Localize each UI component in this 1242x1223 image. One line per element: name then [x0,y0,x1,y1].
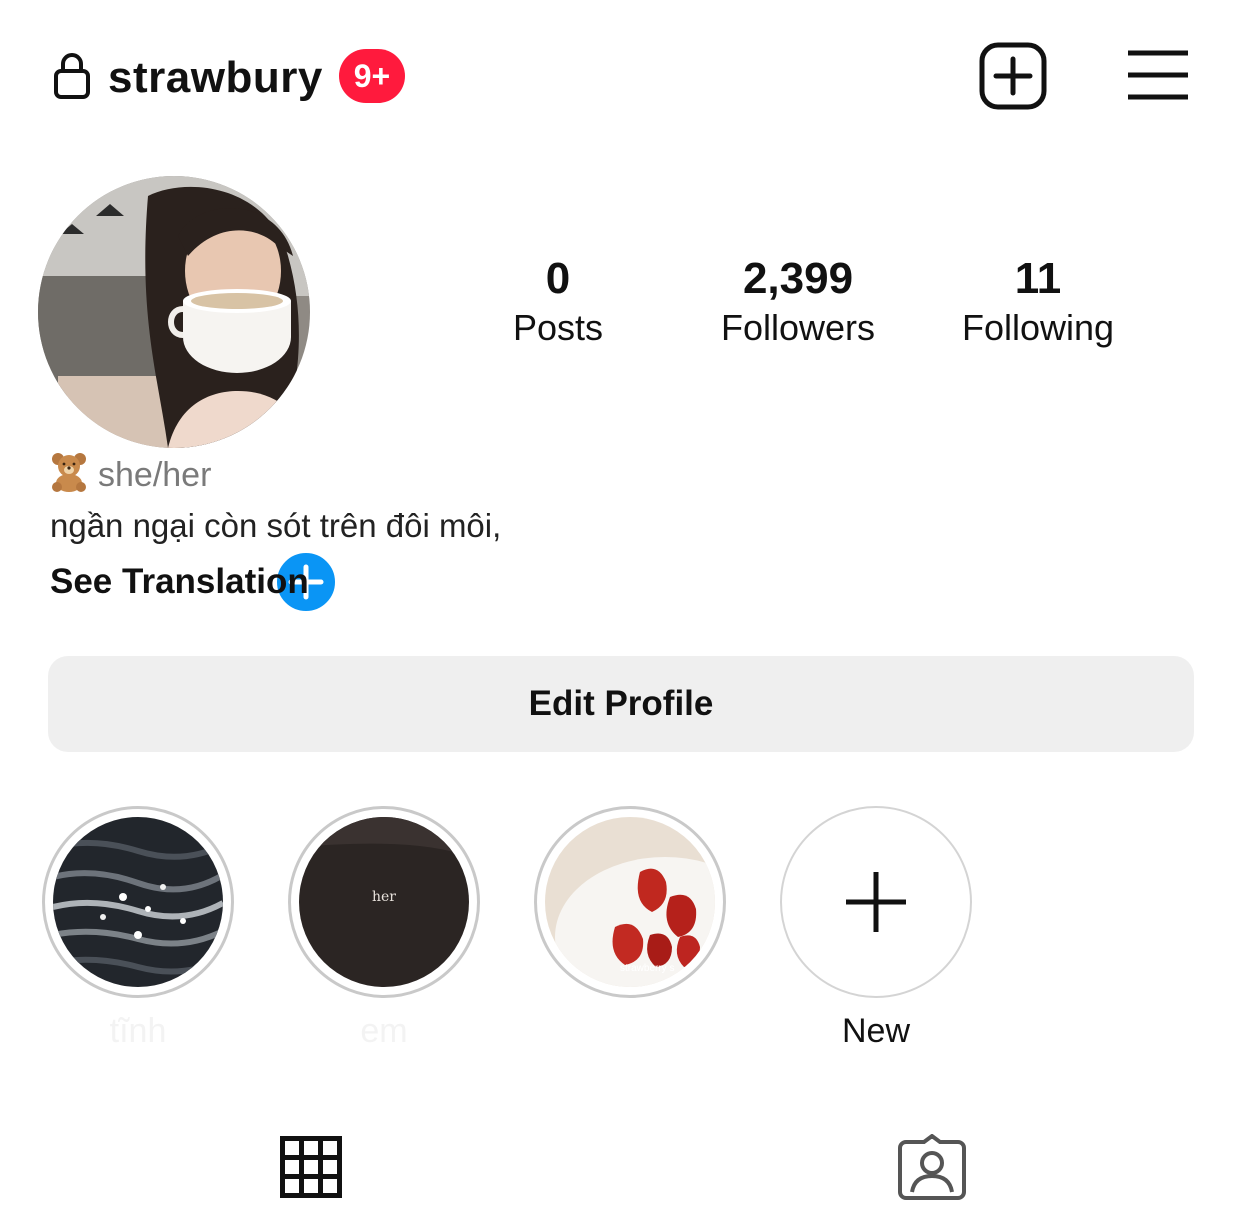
lock-icon [54,53,90,99]
profile-username[interactable]: strawbury [108,52,323,104]
notification-badge[interactable]: 9+ [339,49,405,103]
top-bar: strawbury 9+ [0,0,1242,150]
teddy-bear-icon [52,453,86,492]
stat-following[interactable]: 11 Following [940,252,1136,350]
highlight-3[interactable]: strawberry s [534,806,726,998]
new-highlight-label: New [841,1012,911,1050]
edit-profile-button[interactable]: Edit Profile [48,656,1194,752]
highlight-cover-water [53,817,223,987]
avatar [38,176,310,448]
pronouns-text: she/her [98,456,212,494]
following-count: 11 [1014,254,1062,303]
bio-text: ngần ngại còn sót trên đôi môi, [50,507,502,544]
highlight-cover-her: her [299,817,469,987]
posts-label: Posts [512,307,604,348]
highlight-label-2: em [360,1012,408,1050]
posts-count: 0 [545,254,571,303]
highlight-cover-strawberries: strawberry s [545,817,715,987]
following-label: Following [961,307,1115,348]
highlight-label-1: tĩnh [109,1012,167,1050]
grid-icon[interactable] [280,1136,342,1198]
highlight-2[interactable]: her [288,806,480,998]
pronouns: she/her [50,452,211,497]
stat-posts[interactable]: 0 Posts [488,252,628,350]
see-translation-link[interactable]: See Translation [50,560,309,604]
svg-text:her: her [372,889,396,905]
new-highlight-button[interactable] [780,806,972,998]
followers-count: 2,399 [742,254,854,303]
plus-square-icon[interactable] [978,41,1048,111]
highlight-1[interactable] [42,806,234,998]
profile-avatar[interactable] [38,176,341,617]
plus-icon [846,872,906,932]
tagged-person-icon[interactable] [898,1134,966,1200]
hamburger-menu-icon[interactable] [1126,49,1190,101]
highlight-cover-caption: strawberry s [620,963,674,974]
stat-followers[interactable]: 2,399 Followers [700,252,896,350]
followers-label: Followers [720,307,876,348]
